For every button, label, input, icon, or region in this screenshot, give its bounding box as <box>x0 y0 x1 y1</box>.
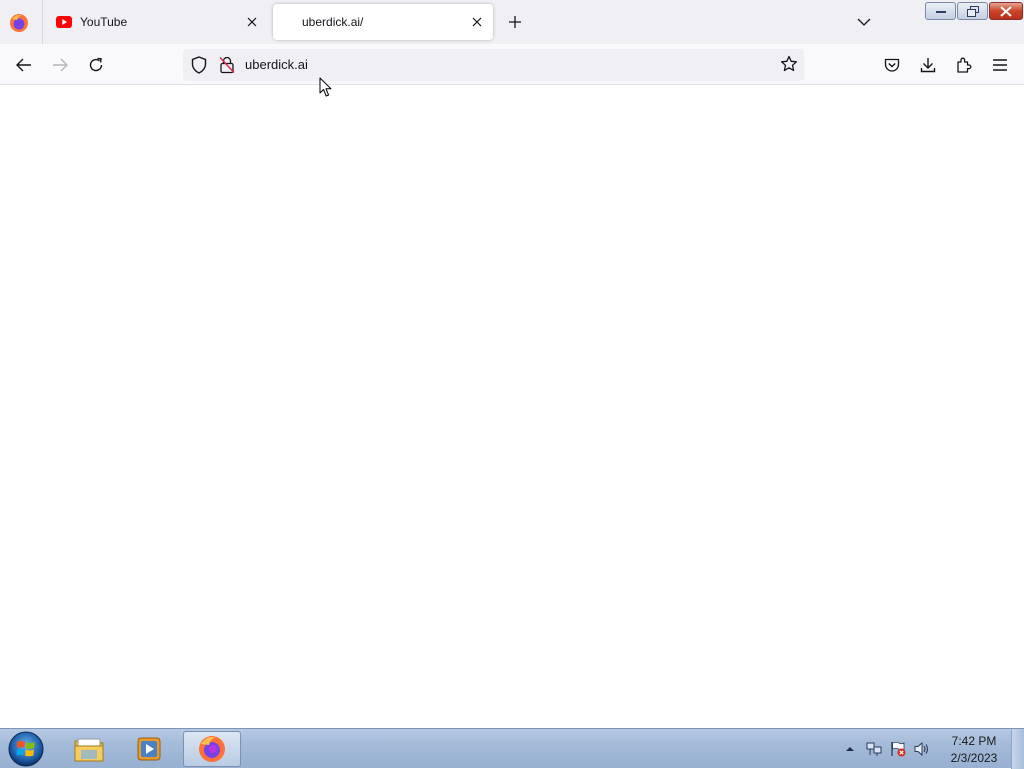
back-button[interactable] <box>10 52 38 78</box>
reload-icon <box>89 57 103 72</box>
pocket-button[interactable] <box>878 52 906 78</box>
restore-icon <box>966 5 979 17</box>
action-center-flag-icon <box>891 741 906 757</box>
tray-action-center[interactable] <box>890 741 906 757</box>
pocket-icon <box>884 58 900 72</box>
clock-time: 7:42 PM <box>951 734 997 748</box>
tray-volume[interactable] <box>914 741 930 757</box>
download-icon <box>920 58 936 73</box>
arrow-right-icon <box>53 58 68 72</box>
reload-button[interactable] <box>82 52 110 78</box>
restore-button[interactable] <box>957 2 988 20</box>
app-menu-button[interactable] <box>986 52 1014 78</box>
list-all-tabs-button[interactable] <box>852 10 876 34</box>
clock-date: 2/3/2023 <box>950 751 998 765</box>
start-button[interactable] <box>6 730 46 768</box>
tab-label: YouTube <box>80 15 128 29</box>
close-icon <box>1000 5 1012 17</box>
close-tab-icon[interactable] <box>465 10 489 34</box>
windows-taskbar: 7:42 PM 2/3/2023 <box>0 728 1024 769</box>
mouse-cursor-icon <box>319 77 332 97</box>
close-tab-icon[interactable] <box>240 10 264 34</box>
tab-separator <box>42 0 43 44</box>
tab-label: uberdick.ai/ <box>302 15 364 29</box>
extensions-button[interactable] <box>950 52 978 78</box>
forward-button[interactable] <box>46 52 74 78</box>
show-desktop-button[interactable] <box>1011 729 1024 769</box>
address-bar[interactable] <box>183 49 804 81</box>
arrow-left-icon <box>16 58 31 72</box>
puzzle-piece-icon <box>957 57 972 73</box>
minimize-button[interactable] <box>925 2 956 20</box>
firefox-icon <box>199 736 225 762</box>
speaker-icon <box>914 741 929 757</box>
page-content-area <box>0 85 1024 728</box>
close-window-button[interactable] <box>989 2 1023 20</box>
tray-network[interactable] <box>866 741 882 757</box>
new-tab-button[interactable] <box>503 10 527 34</box>
youtube-icon <box>56 16 72 28</box>
downloads-button[interactable] <box>914 52 942 78</box>
url-input[interactable] <box>245 57 745 72</box>
windows-explorer-icon <box>74 738 104 762</box>
tab-uberdick[interactable]: uberdick.ai/ <box>273 4 493 40</box>
tab-strip: YouTube uberdick.ai/ <box>0 0 1024 44</box>
minimize-icon <box>935 11 946 13</box>
show-hidden-icons-button[interactable] <box>842 741 858 757</box>
media-player-icon <box>137 737 161 761</box>
chevron-down-icon <box>857 18 871 26</box>
shield-icon[interactable] <box>191 56 207 74</box>
firefox-icon[interactable] <box>8 12 30 34</box>
system-clock[interactable]: 7:42 PM 2/3/2023 <box>944 733 1004 767</box>
caret-up-icon <box>846 747 854 751</box>
network-icon <box>866 742 882 756</box>
navigation-toolbar <box>0 44 1024 85</box>
taskbar-firefox[interactable] <box>183 731 241 767</box>
taskbar-explorer[interactable] <box>60 731 118 767</box>
plus-icon <box>509 16 521 28</box>
tab-youtube[interactable]: YouTube <box>46 4 268 40</box>
taskbar-media-player[interactable] <box>120 731 178 767</box>
insecure-lock-icon[interactable] <box>219 56 235 74</box>
bookmark-star-icon[interactable] <box>780 55 798 73</box>
hamburger-menu-icon <box>993 59 1007 71</box>
